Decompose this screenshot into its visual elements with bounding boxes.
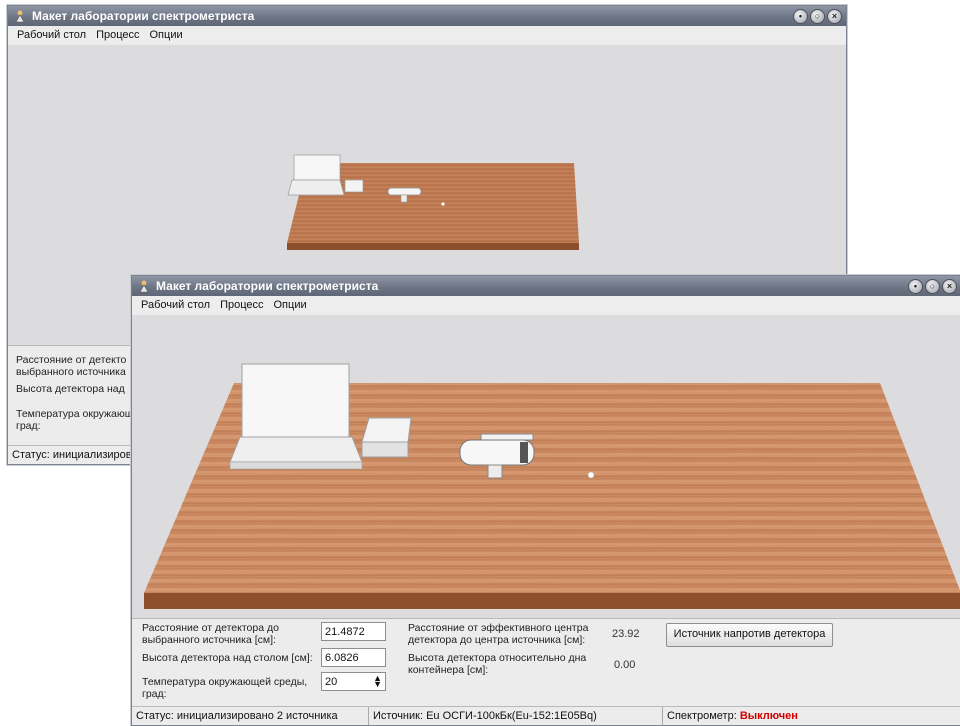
back-distance-label: Расстояние от детекто выбранного источни…	[16, 354, 127, 378]
back-table-edge	[287, 243, 579, 250]
back-laptop-screen	[293, 154, 341, 181]
height-container-value: 0.00	[614, 659, 636, 671]
minimize-icon[interactable]: •	[793, 9, 808, 24]
back-menubar: Рабочий стол Процесс Опции	[8, 26, 846, 44]
device-box-top	[361, 417, 412, 443]
back-detector	[387, 187, 422, 196]
menubar: Рабочий стол Процесс Опции	[132, 296, 960, 314]
app-icon	[138, 280, 150, 293]
status-text: Статус: инициализировано 2 источника	[132, 707, 369, 725]
control-panel: Расстояние от детектора до выбранного ис…	[132, 618, 960, 708]
back-height-label: Высота детектора над	[16, 383, 125, 395]
minimize-icon[interactable]: •	[908, 279, 923, 294]
status-bar: Статус: инициализировано 2 источника Ист…	[132, 706, 960, 725]
source-dot	[587, 471, 595, 479]
back-detector-stand	[400, 194, 408, 203]
laptop-base-edge	[229, 461, 363, 470]
app-icon	[14, 10, 26, 23]
back-title-bar[interactable]: Макет лаборатории спектрометриста • ○ ×	[8, 6, 846, 26]
device-box-front	[361, 441, 409, 458]
eff-center-label: Расстояние от эффективного центра детект…	[408, 622, 589, 646]
maximize-icon[interactable]: ○	[925, 279, 940, 294]
spectrometer-state: Выключен	[739, 710, 798, 722]
detector-stand	[487, 464, 503, 479]
temperature-label: Температура окружающей среды, град:	[142, 676, 308, 700]
lab-scene	[144, 363, 960, 609]
window-title: Макет лаборатории спектрометриста	[156, 279, 379, 293]
back-device-box	[344, 179, 364, 193]
menu-desktop[interactable]: Рабочий стол	[12, 29, 91, 41]
laptop-keyboard	[229, 436, 363, 463]
title-bar[interactable]: Макет лаборатории спектрометриста • ○ ×	[132, 276, 960, 296]
main-window: Макет лаборатории спектрометриста • ○ × …	[131, 275, 960, 726]
close-icon[interactable]: ×	[827, 9, 842, 24]
menu-process[interactable]: Процесс	[91, 29, 144, 41]
height-label: Высота детектора над столом [см]:	[142, 652, 313, 664]
spectrometer-status: Спектрометр: Выключен	[663, 707, 817, 725]
menu-process[interactable]: Процесс	[215, 299, 268, 311]
distance-label: Расстояние от детектора до выбранного ис…	[142, 622, 279, 646]
source-text: Источник: Eu ОСГИ-100кБк(Eu-152:1E05Bq)	[369, 707, 663, 725]
detector-end-cap	[520, 442, 528, 463]
detector-clamp	[480, 433, 534, 441]
temperature-value: 20	[325, 676, 338, 688]
laptop-screen	[241, 363, 350, 438]
close-icon[interactable]: ×	[942, 279, 957, 294]
3d-viewport[interactable]	[132, 315, 960, 618]
table-edge	[144, 593, 960, 609]
back-laptop-base	[287, 179, 345, 196]
menu-desktop[interactable]: Рабочий стол	[136, 299, 215, 311]
temperature-spinbox[interactable]: 20 ▲ ▼	[321, 672, 386, 691]
menu-options[interactable]: Опции	[269, 299, 312, 311]
back-status-text: Статус: инициализиров	[8, 446, 143, 464]
back-window-title: Макет лаборатории спектрометриста	[32, 9, 255, 23]
distance-field[interactable]: 21.4872	[321, 622, 386, 641]
spectrometer-label: Спектрометр:	[667, 710, 737, 722]
back-temp-label: Температура окружающ град:	[16, 408, 134, 432]
eff-center-value: 23.92	[612, 628, 640, 640]
spin-arrows-icon[interactable]: ▲ ▼	[373, 674, 382, 689]
maximize-icon[interactable]: ○	[810, 9, 825, 24]
back-source-dot	[441, 202, 445, 206]
height-field[interactable]: 6.0826	[321, 648, 386, 667]
height-container-label: Высота детектора относительно дна контей…	[408, 652, 587, 676]
source-opposite-detector-button[interactable]: Источник напротив детектора	[666, 623, 833, 647]
menu-options[interactable]: Опции	[145, 29, 188, 41]
